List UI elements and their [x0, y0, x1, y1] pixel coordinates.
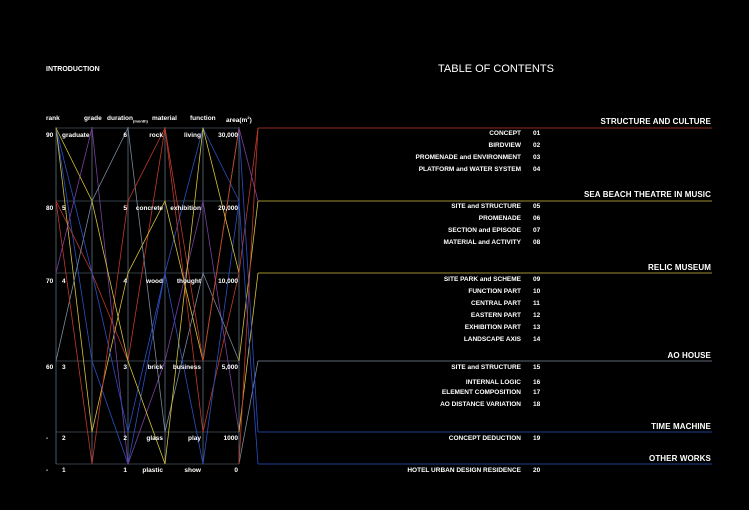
toc-item-label[interactable]: SITE and STRUCTURE	[321, 364, 521, 371]
toc-item-page: 13	[533, 324, 541, 331]
cell-area: 1000	[223, 435, 238, 442]
cell-grade: 1	[62, 467, 66, 474]
toc-item-label[interactable]: PLATFORM and WATER SYSTEM	[321, 166, 521, 173]
toc-item-label[interactable]: EASTERN PART	[321, 312, 521, 319]
cell-rank: -	[46, 435, 49, 442]
toc-item-page: 19	[533, 435, 541, 442]
section-title[interactable]: TIME MACHINE	[651, 422, 711, 431]
toc-item-page: 18	[533, 401, 541, 408]
cell-grade: 3	[62, 364, 66, 371]
toc-item-label[interactable]: FUNCTION PART	[321, 288, 521, 295]
cell-function: living	[184, 132, 201, 139]
cell-duration: 6	[123, 132, 127, 139]
cell-grade: 5	[62, 205, 66, 212]
toc-item-label[interactable]: PROMENADE	[321, 215, 521, 222]
section-title[interactable]: STRUCTURE AND CULTURE	[600, 117, 711, 126]
series-line-8	[55, 127, 240, 465]
toc-item-page: 12	[533, 312, 541, 319]
toc-item-label[interactable]: SITE and STRUCTURE	[321, 203, 521, 210]
cell-function: play	[187, 435, 201, 442]
cell-area: 20,000	[218, 205, 238, 212]
cell-material: concrete	[135, 205, 163, 212]
cell-material: brick	[147, 364, 163, 371]
toc-item-page: 03	[533, 154, 541, 161]
toc-item-page: 09	[533, 276, 541, 283]
toc-item-page: 20	[533, 467, 541, 474]
toc-item-page: 14	[533, 336, 541, 343]
cell-material: glass	[146, 435, 163, 442]
cell-function: show	[184, 467, 201, 474]
cell-area: 10,000	[218, 278, 238, 285]
toc-item-page: 11	[533, 300, 540, 307]
section-title[interactable]: OTHER WORKS	[649, 454, 711, 463]
series-line-6	[55, 127, 240, 465]
toc-item-page: 10	[533, 288, 541, 295]
cell-rank: 90	[46, 132, 54, 139]
toc-item-label[interactable]: SECTION and EPISODE	[321, 227, 521, 234]
cell-rank: 70	[46, 278, 54, 285]
toc-item-label[interactable]: INTERNAL LOGIC	[321, 379, 521, 386]
toc-item-page: 08	[533, 239, 541, 246]
toc-item-page: 15	[533, 364, 541, 371]
cell-rank: 60	[46, 364, 54, 371]
fan-line	[238, 200, 259, 465]
cell-rank: 80	[46, 205, 54, 212]
toc-item-label[interactable]: ELEMENT COMPOSITION	[321, 389, 521, 396]
toc-item-page: 01	[533, 130, 541, 137]
toc-item-label[interactable]: AO DISTANCE VARIATION	[321, 401, 521, 408]
cell-material: wood	[146, 278, 163, 285]
cell-material: rock	[149, 132, 163, 139]
toc-item-label[interactable]: MATERIAL and ACTIVITY	[321, 239, 521, 246]
cell-material: plastic	[142, 467, 163, 474]
cell-area: 30,000	[218, 132, 238, 139]
toc-item-label[interactable]: BIRDVIEW	[321, 142, 522, 149]
toc-item-label[interactable]: CONCEPT DEDUCTION	[321, 435, 521, 442]
cell-duration: 5	[123, 205, 127, 212]
cell-area: 5,000	[221, 364, 238, 371]
toc-item-page: 17	[533, 389, 541, 396]
fan-line	[238, 127, 259, 274]
section-title[interactable]: SEA BEACH THEATRE IN MUSIC	[584, 190, 711, 199]
toc-item-label[interactable]: CONCEPT	[321, 130, 521, 137]
toc-item-page: 05	[533, 203, 541, 210]
cell-grade: 4	[62, 278, 66, 285]
series-line-1	[55, 126, 240, 466]
toc-item-label[interactable]: HOTEL URBAN DESIGN RESIDENCE	[321, 467, 521, 474]
series-line-7	[55, 126, 240, 465]
cell-duration: 2	[123, 435, 127, 442]
cell-function: business	[172, 364, 201, 371]
toc-item-label[interactable]: EXHIBITION PART	[321, 324, 521, 331]
cell-duration: 3	[123, 364, 127, 371]
cell-area: 0	[234, 467, 238, 474]
parallel-coordinates-lines	[55, 126, 712, 466]
fan-line	[238, 127, 259, 202]
toc-item-label[interactable]: PROMENADE and ENVIRONMENT	[321, 154, 521, 161]
cell-duration: 1	[123, 467, 127, 474]
section-title[interactable]: RELIC MUSEUM	[648, 263, 711, 272]
cell-function: exhibition	[170, 205, 201, 212]
toc-item-page: 02	[533, 142, 541, 149]
toc-item-page: 04	[533, 166, 541, 173]
cell-function: thought	[176, 278, 201, 285]
cell-rank: -	[46, 467, 49, 474]
toc-item-page: 07	[533, 227, 541, 234]
cell-grade: graduate	[62, 132, 90, 139]
toc-item-page: 16	[533, 379, 541, 386]
series-line-4	[55, 127, 240, 465]
toc-item-page: 06	[533, 215, 541, 222]
toc-item-label[interactable]: CENTRAL PART	[321, 300, 521, 307]
toc-item-label[interactable]: LANDSCAPE AXIS	[321, 336, 521, 343]
cell-duration: 4	[123, 278, 127, 285]
toc-item-label[interactable]: SITE PARK and SCHEME	[321, 276, 521, 283]
section-title[interactable]: AO HOUSE	[668, 351, 711, 360]
cell-grade: 2	[62, 435, 66, 442]
